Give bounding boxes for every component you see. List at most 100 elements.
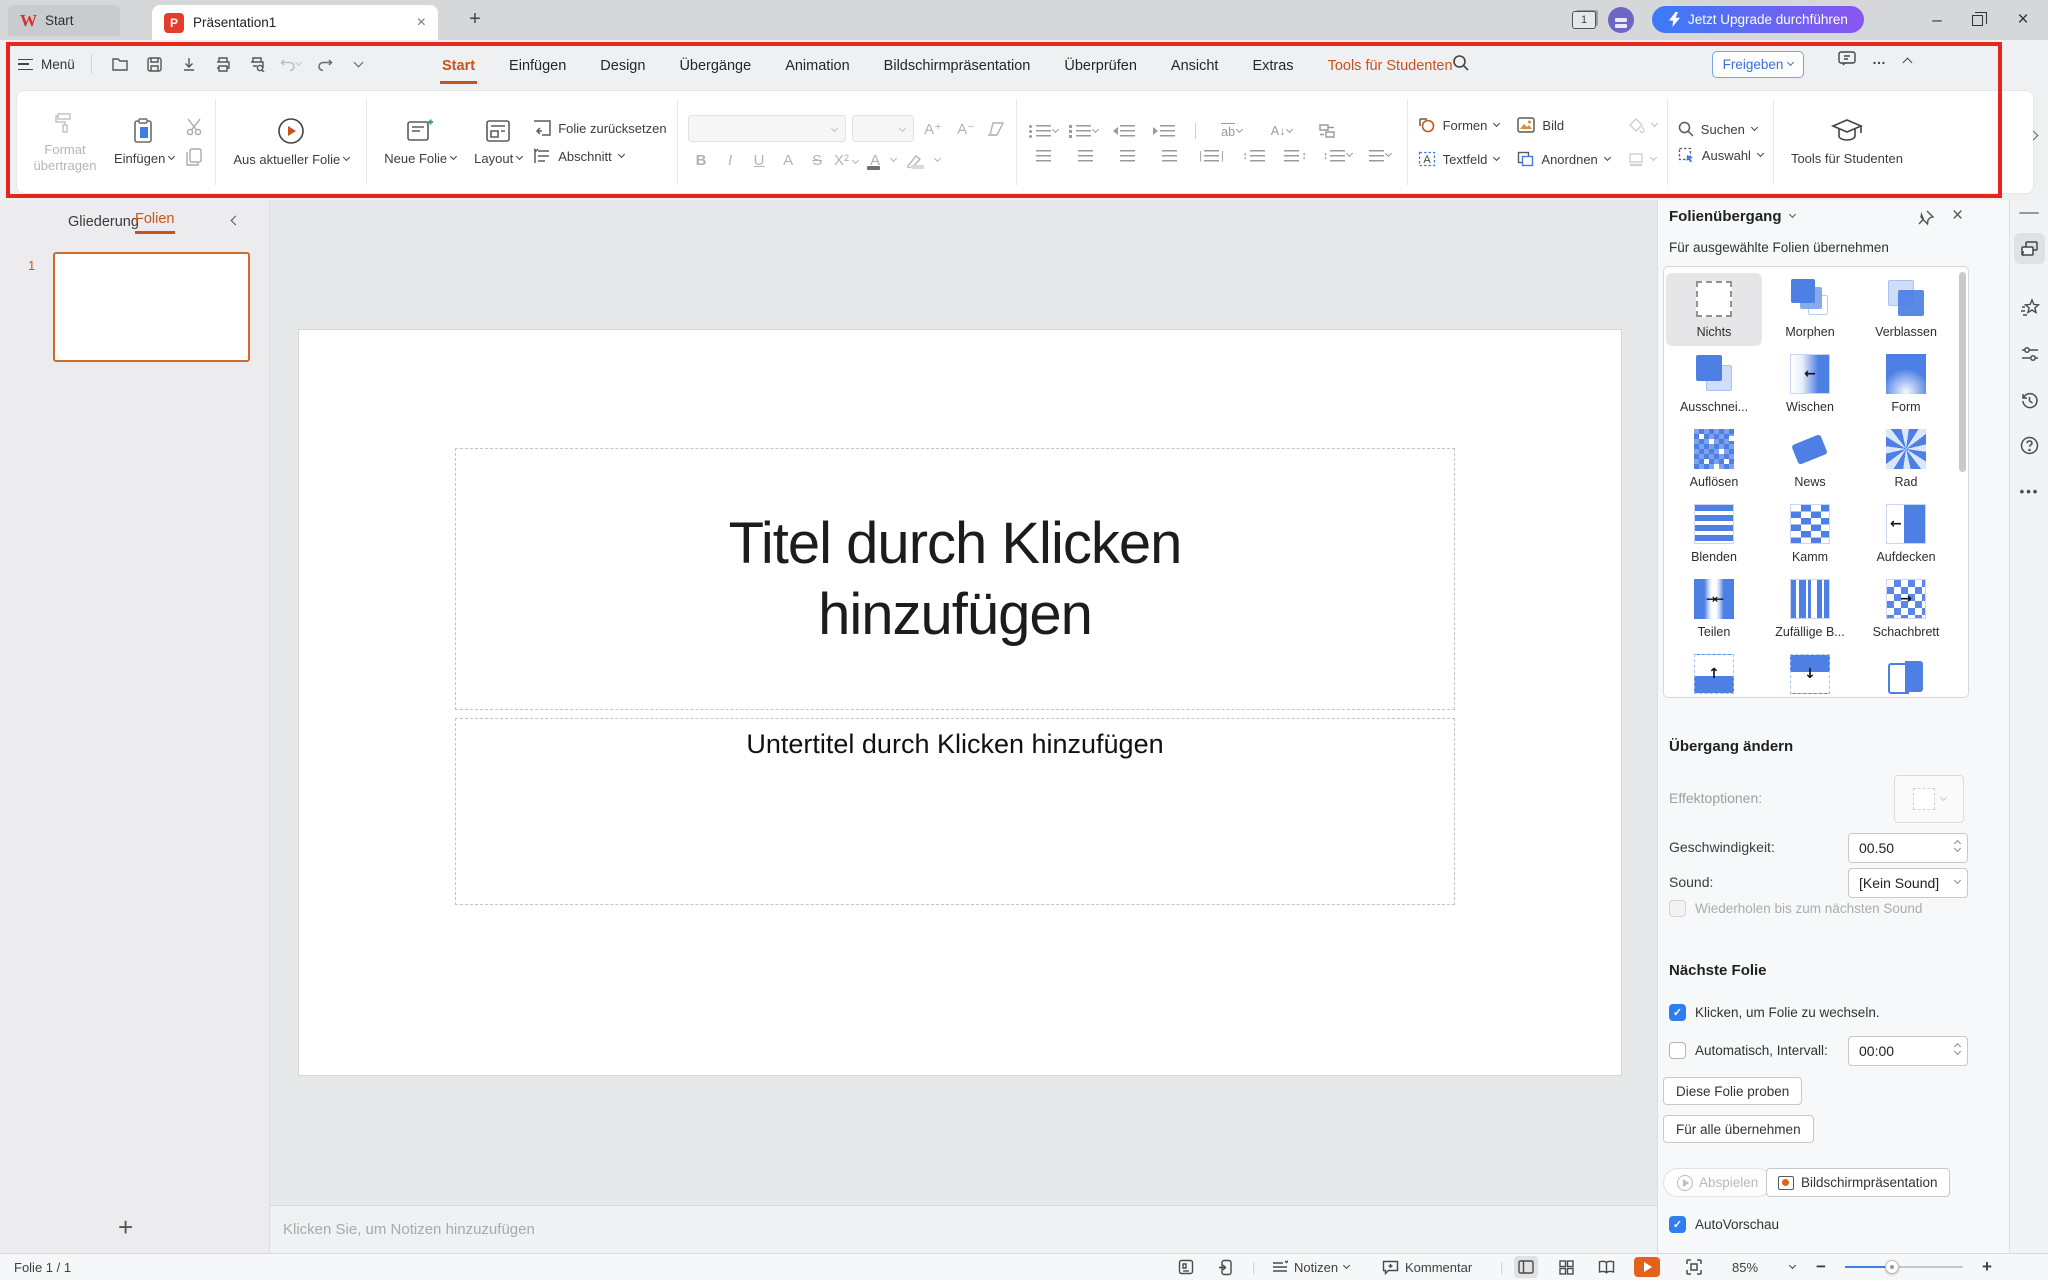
transition-push-down[interactable]: ↓ xyxy=(1762,648,1858,698)
shapes-button[interactable]: Formen xyxy=(1418,117,1500,134)
title-placeholder[interactable]: Titel durch Klicken hinzufügen xyxy=(455,448,1455,710)
redo-icon[interactable] xyxy=(312,51,338,77)
properties-panel-icon[interactable] xyxy=(2014,338,2045,369)
paste-button[interactable]: Einfügen xyxy=(107,118,181,167)
undo-icon[interactable] xyxy=(278,51,304,77)
zoom-slider[interactable] xyxy=(1845,1266,1963,1268)
grow-font-button[interactable]: A⁺ xyxy=(920,120,947,138)
strikethrough-button[interactable]: S xyxy=(804,152,831,169)
open-file-icon[interactable] xyxy=(108,51,134,77)
print-preview-icon[interactable] xyxy=(244,51,270,77)
close-tab-icon[interactable]: × xyxy=(417,15,426,31)
task-window-icon[interactable] xyxy=(1178,1254,1194,1280)
transition-panel-icon[interactable] xyxy=(2014,233,2045,264)
tab-einfuegen[interactable]: Einfügen xyxy=(507,45,568,84)
notes-area[interactable]: Klicken Sie, um Notizen hinzuzufügen xyxy=(270,1205,1657,1253)
new-tab-button[interactable]: + xyxy=(462,8,488,31)
transition-form[interactable]: Form xyxy=(1858,348,1954,421)
arrange-button[interactable]: Anordnen xyxy=(1517,151,1609,167)
apply-to-all-button[interactable]: Für alle übernehmen xyxy=(1663,1115,1814,1143)
export-icon[interactable] xyxy=(176,51,202,77)
close-panel-icon[interactable]: × xyxy=(1952,205,1963,227)
repeat-checkbox[interactable] xyxy=(1669,900,1686,917)
increase-indent-button[interactable] xyxy=(1147,125,1181,137)
find-button[interactable]: Suchen xyxy=(1678,121,1763,137)
zoom-chevron-icon[interactable] xyxy=(1790,1254,1795,1280)
textbox-button[interactable]: A Textfeld xyxy=(1418,151,1500,167)
upgrade-button[interactable]: Jetzt Upgrade durchführen xyxy=(1652,6,1864,33)
effect-options-combo[interactable] xyxy=(1894,775,1964,823)
tab-tools-fuer-studenten[interactable]: Tools für Studenten xyxy=(1326,45,1455,84)
click-to-advance-checkbox[interactable] xyxy=(1669,1004,1686,1021)
transition-wischen[interactable]: ←Wischen xyxy=(1762,348,1858,421)
transition-kamm[interactable]: Kamm xyxy=(1762,498,1858,571)
transition-verblassen[interactable]: Verblassen xyxy=(1858,273,1954,346)
numbered-list-button[interactable] xyxy=(1067,125,1101,137)
comment-icon[interactable] xyxy=(1838,51,1856,67)
bullet-list-button[interactable] xyxy=(1027,125,1061,137)
superscript-button[interactable]: X² xyxy=(833,152,860,169)
pin-icon[interactable] xyxy=(1918,210,1934,226)
close-button[interactable]: × xyxy=(2008,8,2038,32)
auto-interval-checkbox[interactable] xyxy=(1669,1042,1686,1059)
collapse-panel-icon[interactable] xyxy=(232,214,239,230)
window-count-badge[interactable]: 1 xyxy=(1572,11,1596,29)
zoom-level[interactable]: 85% xyxy=(1732,1254,1758,1280)
animation-panel-icon[interactable] xyxy=(2014,292,2045,323)
distribute-text-button[interactable]: || xyxy=(1195,150,1229,162)
slide-thumbnail[interactable] xyxy=(53,252,250,362)
align-left-button[interactable] xyxy=(1027,150,1061,162)
shape-outline-button[interactable] xyxy=(1628,152,1657,167)
comment-button[interactable]: Kommentar xyxy=(1382,1254,1472,1280)
menu-hamburger-icon[interactable] xyxy=(18,59,33,70)
document-tab[interactable]: P Präsentation1 × xyxy=(152,5,438,40)
rehearse-slide-button[interactable]: Diese Folie proben xyxy=(1663,1077,1802,1105)
more-panels-icon[interactable]: ••• xyxy=(2014,476,2045,507)
gallery-scrollbar[interactable] xyxy=(1959,272,1966,472)
zoom-in-button[interactable]: + xyxy=(1982,1254,1992,1280)
save-icon[interactable] xyxy=(142,51,168,77)
drag-handle[interactable] xyxy=(2019,212,2039,214)
spinner-arrows[interactable] xyxy=(1955,839,1960,853)
italic-button[interactable]: I xyxy=(717,152,744,169)
transition-rad[interactable]: Rad xyxy=(1858,423,1954,496)
transition-teilen[interactable]: →←Teilen xyxy=(1666,573,1762,646)
decrease-indent-button[interactable] xyxy=(1107,125,1141,137)
click-to-advance-row[interactable]: Klicken, um Folie zu wechseln. xyxy=(1669,1004,1880,1021)
align-center-button[interactable] xyxy=(1069,150,1103,162)
format-painter-button[interactable]: Format übertragen xyxy=(27,111,103,173)
autopreview-checkbox[interactable] xyxy=(1669,1216,1686,1233)
subtitle-placeholder[interactable]: Untertitel durch Klicken hinzufügen xyxy=(455,718,1455,905)
shrink-font-button[interactable]: A⁻ xyxy=(953,120,980,138)
transition-blenden[interactable]: Blenden xyxy=(1666,498,1762,571)
tab-ansicht[interactable]: Ansicht xyxy=(1169,45,1221,84)
bold-button[interactable]: B xyxy=(688,152,715,169)
convert-to-smartart-icon[interactable] xyxy=(1310,123,1344,139)
play-from-current-slide-button[interactable]: Aus aktueller Folie xyxy=(226,117,356,168)
auto-interval-row[interactable]: Automatisch, Intervall: xyxy=(1669,1042,1828,1059)
transition-ausschneiden[interactable]: Ausschnei... xyxy=(1666,348,1762,421)
minimize-button[interactable]: – xyxy=(1922,8,1952,32)
line-spacing-button[interactable]: ↕ xyxy=(1321,150,1355,162)
select-button[interactable]: Auswahl xyxy=(1678,147,1763,163)
text-orientation-button[interactable]: A↓ xyxy=(1260,124,1304,138)
new-slide-button[interactable]: Neue Folie xyxy=(377,118,463,167)
transition-schachbrett[interactable]: →Schachbrett xyxy=(1858,573,1954,646)
fit-slide-button[interactable] xyxy=(1686,1254,1702,1280)
notes-toggle[interactable]: Notizen xyxy=(1272,1254,1349,1280)
tab-uebergaenge[interactable]: Übergänge xyxy=(677,45,753,84)
font-name-combo[interactable] xyxy=(688,115,846,142)
panel-title[interactable]: Folienübergang xyxy=(1669,208,1795,225)
search-icon[interactable] xyxy=(1452,54,1470,72)
tab-gliederung[interactable]: Gliederung xyxy=(68,214,139,230)
transition-news[interactable]: News xyxy=(1762,423,1858,496)
highlight-color-button[interactable] xyxy=(906,154,933,168)
share-button[interactable]: Freigeben xyxy=(1712,51,1804,78)
transition-nichts[interactable]: Nichts xyxy=(1666,273,1762,346)
transition-zufaellige-balken[interactable]: Zufällige B... xyxy=(1762,573,1858,646)
picture-button[interactable]: Bild xyxy=(1517,117,1609,133)
cut-icon[interactable] xyxy=(185,118,205,136)
play-transition-button[interactable]: Abspielen xyxy=(1663,1168,1772,1197)
tab-folien[interactable]: Folien xyxy=(135,211,175,234)
layout-button[interactable]: Layout xyxy=(467,118,529,167)
